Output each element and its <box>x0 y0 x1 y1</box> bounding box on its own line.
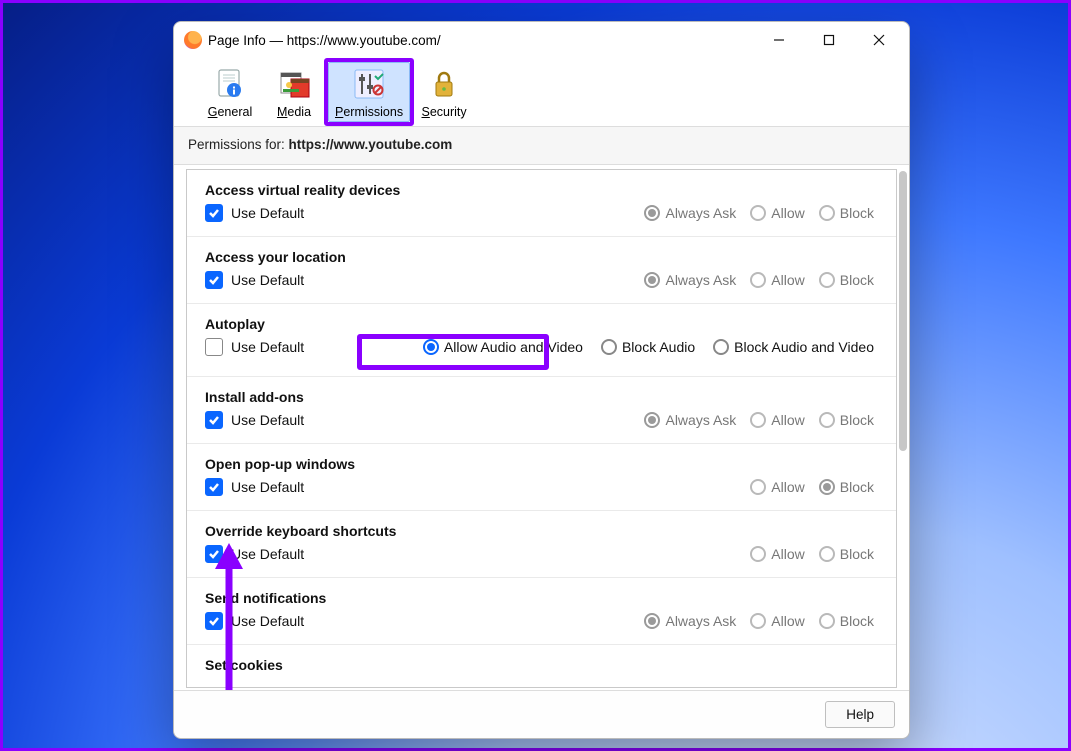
popups-allow-radio[interactable] <box>750 479 766 495</box>
help-button[interactable]: Help <box>825 701 895 728</box>
shortcuts-use-default-checkbox[interactable] <box>205 545 223 563</box>
tab-security[interactable]: Security <box>414 62 474 122</box>
tab-general-label: General <box>208 105 252 119</box>
row-shortcuts: Override keyboard shortcuts Use Default … <box>187 511 896 578</box>
window-title: Page Info — https://www.youtube.com/ <box>208 33 441 48</box>
loc-allow-label: Allow <box>771 272 804 288</box>
loc-use-default-label: Use Default <box>231 272 304 288</box>
autoplay-block-av-radio[interactable] <box>713 339 729 355</box>
addons-use-default-checkbox[interactable] <box>205 411 223 429</box>
tab-media-label: Media <box>277 105 311 119</box>
addons-allow-radio[interactable] <box>750 412 766 428</box>
row-autoplay-title: Autoplay <box>205 316 874 332</box>
notify-always-ask-label: Always Ask <box>665 613 736 629</box>
notify-allow-label: Allow <box>771 613 804 629</box>
row-autoplay: Autoplay Use Default Allow Audio and Vid… <box>187 304 896 377</box>
shortcuts-allow-radio[interactable] <box>750 546 766 562</box>
row-addons-title: Install add-ons <box>205 389 874 405</box>
row-location: Access your location Use Default Always … <box>187 237 896 304</box>
shortcuts-block-radio[interactable] <box>819 546 835 562</box>
vr-use-default-label: Use Default <box>231 205 304 221</box>
notify-use-default-checkbox[interactable] <box>205 612 223 630</box>
row-vr-title: Access virtual reality devices <box>205 182 874 198</box>
addons-block-radio[interactable] <box>819 412 835 428</box>
popups-block-label: Block <box>840 479 874 495</box>
loc-always-ask-label: Always Ask <box>665 272 736 288</box>
permissions-scroll: Access virtual reality devices Use Defau… <box>174 165 909 690</box>
autoplay-use-default-checkbox[interactable] <box>205 338 223 356</box>
vr-always-ask-radio[interactable] <box>644 205 660 221</box>
row-location-title: Access your location <box>205 249 874 265</box>
permissions-subheader: Permissions for: https://www.youtube.com <box>174 126 909 165</box>
tab-security-label: Security <box>422 105 467 119</box>
autoplay-block-av-label: Block Audio and Video <box>734 339 874 355</box>
row-cookies-title: Set cookies <box>205 657 874 673</box>
minimize-button[interactable] <box>757 26 801 54</box>
vr-block-radio[interactable] <box>819 205 835 221</box>
row-vr: Access virtual reality devices Use Defau… <box>187 170 896 237</box>
addons-block-label: Block <box>840 412 874 428</box>
tab-permissions[interactable]: Permissions <box>328 62 410 122</box>
shortcuts-allow-label: Allow <box>771 546 804 562</box>
row-popups-title: Open pop-up windows <box>205 456 874 472</box>
vr-use-default-checkbox[interactable] <box>205 204 223 222</box>
scrollbar[interactable] <box>899 171 907 451</box>
notify-allow-radio[interactable] <box>750 613 766 629</box>
vr-always-ask-label: Always Ask <box>665 205 736 221</box>
maximize-button[interactable] <box>807 26 851 54</box>
addons-use-default-label: Use Default <box>231 412 304 428</box>
tab-general[interactable]: General <box>200 62 260 122</box>
autoplay-block-audio-radio[interactable] <box>601 339 617 355</box>
addons-allow-label: Allow <box>771 412 804 428</box>
loc-use-default-checkbox[interactable] <box>205 271 223 289</box>
permissions-icon <box>350 65 388 103</box>
notify-block-radio[interactable] <box>819 613 835 629</box>
row-shortcuts-title: Override keyboard shortcuts <box>205 523 874 539</box>
popups-use-default-label: Use Default <box>231 479 304 495</box>
row-addons: Install add-ons Use Default Always Ask A… <box>187 377 896 444</box>
tab-toolbar: General Media Permissions Security <box>174 58 909 126</box>
addons-always-ask-label: Always Ask <box>665 412 736 428</box>
popups-allow-label: Allow <box>771 479 804 495</box>
notify-block-label: Block <box>840 613 874 629</box>
document-info-icon <box>211 65 249 103</box>
row-notify-title: Send notifications <box>205 590 874 606</box>
shortcuts-block-label: Block <box>840 546 874 562</box>
notify-always-ask-radio[interactable] <box>644 613 660 629</box>
autoplay-block-audio-label: Block Audio <box>622 339 695 355</box>
subheader-prefix: Permissions for: <box>188 137 289 152</box>
autoplay-allow-av-radio[interactable] <box>423 339 439 355</box>
row-notify: Send notifications Use Default Always As… <box>187 578 896 645</box>
addons-always-ask-radio[interactable] <box>644 412 660 428</box>
tab-permissions-label: Permissions <box>335 105 403 119</box>
vr-block-label: Block <box>840 205 874 221</box>
permissions-list: Access virtual reality devices Use Defau… <box>186 169 897 688</box>
notify-use-default-label: Use Default <box>231 613 304 629</box>
popups-use-default-checkbox[interactable] <box>205 478 223 496</box>
autoplay-allow-av-label: Allow Audio and Video <box>444 339 583 355</box>
lock-icon <box>425 65 463 103</box>
firefox-icon <box>184 31 202 49</box>
loc-block-radio[interactable] <box>819 272 835 288</box>
vr-allow-label: Allow <box>771 205 804 221</box>
media-icon <box>275 65 313 103</box>
tab-media[interactable]: Media <box>264 62 324 122</box>
shortcuts-use-default-label: Use Default <box>231 546 304 562</box>
subheader-site: https://www.youtube.com <box>289 137 453 152</box>
loc-block-label: Block <box>840 272 874 288</box>
page-info-window: Page Info — https://www.youtube.com/ Gen… <box>173 21 910 739</box>
row-popups: Open pop-up windows Use Default Allow Bl… <box>187 444 896 511</box>
close-button[interactable] <box>857 26 901 54</box>
loc-always-ask-radio[interactable] <box>644 272 660 288</box>
popups-block-radio[interactable] <box>819 479 835 495</box>
titlebar: Page Info — https://www.youtube.com/ <box>174 22 909 58</box>
autoplay-use-default-label: Use Default <box>231 339 304 355</box>
loc-allow-radio[interactable] <box>750 272 766 288</box>
vr-allow-radio[interactable] <box>750 205 766 221</box>
row-cookies: Set cookies <box>187 645 896 683</box>
dialog-footer: Help <box>174 690 909 738</box>
